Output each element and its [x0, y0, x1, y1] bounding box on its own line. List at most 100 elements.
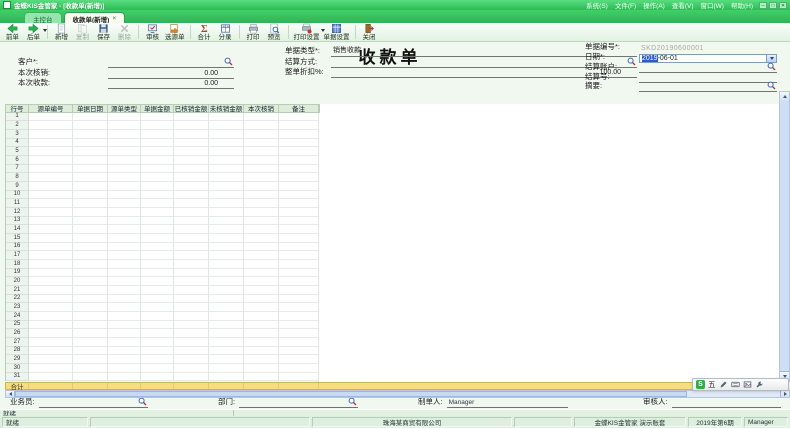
- grid-cell[interactable]: [29, 208, 73, 217]
- grid-cell[interactable]: [73, 191, 108, 200]
- grid-cell[interactable]: [174, 321, 209, 330]
- grid-cell[interactable]: [209, 338, 244, 347]
- lookup-icon[interactable]: [767, 81, 776, 90]
- grid-cell[interactable]: [209, 199, 244, 208]
- menu-item[interactable]: 系统(S): [586, 0, 608, 10]
- grid-cell[interactable]: [141, 364, 174, 373]
- grid-cell[interactable]: [279, 303, 319, 312]
- grid-cell[interactable]: [141, 295, 174, 304]
- grid-cell[interactable]: [73, 234, 108, 243]
- grid-cell[interactable]: [209, 321, 244, 330]
- grid-cell[interactable]: [141, 130, 174, 139]
- grid-cell[interactable]: [279, 173, 319, 182]
- grid-cell[interactable]: [174, 312, 209, 321]
- grid-cell[interactable]: [108, 173, 141, 182]
- grid-cell[interactable]: [73, 312, 108, 321]
- grid-cell[interactable]: [174, 373, 209, 382]
- grid-cell[interactable]: [29, 295, 73, 304]
- grid-cell[interactable]: [244, 234, 279, 243]
- grid-cell[interactable]: [73, 225, 108, 234]
- grid-cell[interactable]: [279, 208, 319, 217]
- grid-cell[interactable]: [73, 156, 108, 165]
- grid-cell[interactable]: [29, 147, 73, 156]
- grid-cell[interactable]: [279, 121, 319, 130]
- grid-cell[interactable]: [141, 260, 174, 269]
- grid-cell[interactable]: [141, 312, 174, 321]
- horizontal-scroll-thumb[interactable]: [15, 391, 687, 397]
- grid-cell[interactable]: [73, 130, 108, 139]
- grid-cell[interactable]: [73, 199, 108, 208]
- grid-cell[interactable]: [108, 303, 141, 312]
- grid-cell[interactable]: [279, 165, 319, 174]
- grid-cell[interactable]: [244, 182, 279, 191]
- wrench-icon[interactable]: [755, 380, 764, 389]
- grid-header-cell[interactable]: 未核销金额: [209, 105, 244, 112]
- grid-cell[interactable]: [279, 321, 319, 330]
- menu-item[interactable]: 查看(V): [672, 0, 694, 10]
- grid-cell[interactable]: [244, 156, 279, 165]
- grid-cell[interactable]: [29, 260, 73, 269]
- grid-header-cell[interactable]: 单据日期: [73, 105, 108, 112]
- row-number-cell[interactable]: 28: [6, 347, 29, 356]
- grid-cell[interactable]: [141, 225, 174, 234]
- grid-cell[interactable]: [244, 373, 279, 382]
- grid-cell[interactable]: [209, 208, 244, 217]
- grid-cell[interactable]: [141, 191, 174, 200]
- grid-cell[interactable]: [108, 286, 141, 295]
- grid-cell[interactable]: [73, 373, 108, 382]
- grid-cell[interactable]: [209, 113, 244, 122]
- row-number-cell[interactable]: 4: [6, 139, 29, 148]
- grid-cell[interactable]: [73, 329, 108, 338]
- grid-cell[interactable]: [73, 147, 108, 156]
- row-number-cell[interactable]: 29: [6, 355, 29, 364]
- grid-cell[interactable]: [279, 191, 319, 200]
- grid-cell[interactable]: [279, 251, 319, 260]
- maximize-button[interactable]: □: [769, 2, 777, 9]
- grid-cell[interactable]: [244, 130, 279, 139]
- grid-cell[interactable]: [29, 312, 73, 321]
- grid-cell[interactable]: [209, 182, 244, 191]
- grid-cell[interactable]: [108, 234, 141, 243]
- grid-cell[interactable]: [174, 251, 209, 260]
- grid-cell[interactable]: [108, 208, 141, 217]
- grid-cell[interactable]: [73, 321, 108, 330]
- grid-cell[interactable]: [73, 121, 108, 130]
- grid-cell[interactable]: [279, 234, 319, 243]
- grid-cell[interactable]: [29, 113, 73, 122]
- grid-cell[interactable]: [244, 329, 279, 338]
- toolbar-button-arrow-right[interactable]: 后单: [23, 23, 44, 41]
- row-number-cell[interactable]: 24: [6, 312, 29, 321]
- row-number-cell[interactable]: 7: [6, 165, 29, 174]
- grid-cell[interactable]: [108, 113, 141, 122]
- grid-cell[interactable]: [209, 277, 244, 286]
- grid-cell[interactable]: [279, 295, 319, 304]
- grid-header-cell[interactable]: 备注: [279, 105, 319, 112]
- grid-cell[interactable]: [29, 243, 73, 252]
- grid-cell[interactable]: [209, 373, 244, 382]
- grid-cell[interactable]: [29, 338, 73, 347]
- grid-cell[interactable]: [141, 286, 174, 295]
- grid-cell[interactable]: [108, 217, 141, 226]
- row-number-cell[interactable]: 22: [6, 295, 29, 304]
- grid-cell[interactable]: [279, 338, 319, 347]
- grid-cell[interactable]: [244, 191, 279, 200]
- toolbar-button-sum[interactable]: Σ合计: [194, 23, 215, 41]
- minimize-button[interactable]: ─: [759, 2, 767, 9]
- row-number-cell[interactable]: 12: [6, 208, 29, 217]
- grid-cell[interactable]: [209, 156, 244, 165]
- grid-cell[interactable]: [29, 355, 73, 364]
- grid-cell[interactable]: [108, 329, 141, 338]
- grid-cell[interactable]: [73, 113, 108, 122]
- grid-cell[interactable]: [108, 312, 141, 321]
- grid-cell[interactable]: [141, 182, 174, 191]
- toolbar-button-entries[interactable]: 分录: [215, 23, 236, 41]
- toolbar-button-preview[interactable]: 预览: [264, 23, 285, 41]
- grid-cell[interactable]: [29, 173, 73, 182]
- grid-cell[interactable]: [244, 355, 279, 364]
- row-number-cell[interactable]: 26: [6, 329, 29, 338]
- grid-cell[interactable]: [279, 225, 319, 234]
- grid-cell[interactable]: [209, 130, 244, 139]
- grid-cell[interactable]: [174, 286, 209, 295]
- grid-cell[interactable]: [244, 295, 279, 304]
- grid-cell[interactable]: [244, 199, 279, 208]
